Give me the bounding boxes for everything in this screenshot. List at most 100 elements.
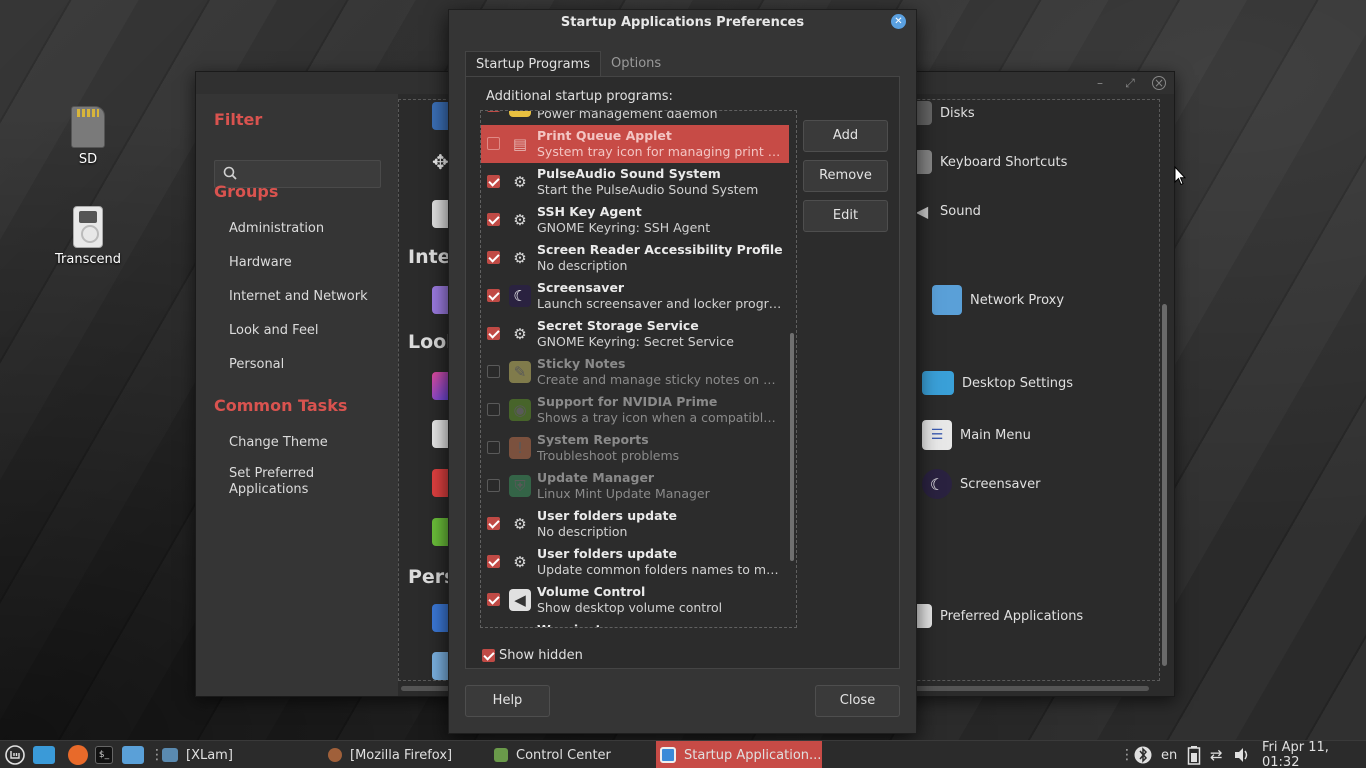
startup-item[interactable]: ⚙ Screen Reader Accessibility Profile No d… bbox=[481, 239, 789, 277]
startup-item-description: Create and manage sticky notes on yo... bbox=[537, 372, 783, 387]
show-desktop-button[interactable] bbox=[33, 741, 63, 768]
task-set-preferred[interactable]: Set Preferred bbox=[229, 466, 314, 481]
bluetooth-icon[interactable] bbox=[1134, 741, 1152, 768]
list-scrollbar[interactable] bbox=[790, 333, 794, 561]
firefox-launcher[interactable] bbox=[68, 741, 96, 768]
app-icon[interactable] bbox=[432, 518, 448, 546]
app-icon[interactable] bbox=[432, 469, 448, 497]
startup-item[interactable]: ⚙ User folders update Update common folder… bbox=[481, 543, 789, 581]
group-look-feel[interactable]: Look and Feel bbox=[229, 323, 319, 338]
app-icon[interactable] bbox=[432, 604, 448, 632]
startup-item[interactable]: ⚙ Secret Storage Service GNOME Keyring: Se… bbox=[481, 315, 789, 353]
startup-item[interactable]: ☾ Screensaver Launch screensaver and locke… bbox=[481, 277, 789, 315]
startup-item-checkbox[interactable] bbox=[487, 365, 500, 378]
startup-item[interactable]: ⚙ Warpinator bbox=[481, 619, 789, 627]
startup-item[interactable]: ◀ Volume Control Show desktop volume contr… bbox=[481, 581, 789, 619]
battery-icon[interactable] bbox=[1187, 741, 1201, 768]
tab-startup-programs[interactable]: Startup Programs bbox=[465, 51, 602, 77]
task-change-theme[interactable]: Change Theme bbox=[229, 435, 328, 450]
app-icon[interactable] bbox=[432, 652, 448, 680]
close-icon[interactable]: ✕ bbox=[891, 14, 906, 29]
startup-item-checkbox[interactable] bbox=[487, 251, 500, 264]
startup-item-checkbox[interactable] bbox=[487, 403, 500, 416]
startup-item-checkbox[interactable] bbox=[487, 111, 500, 112]
desktop-icon-transcend[interactable]: Transcend bbox=[48, 206, 128, 267]
close-button[interactable]: Close bbox=[815, 685, 900, 717]
volume-icon[interactable] bbox=[1233, 741, 1251, 768]
edit-button[interactable]: Edit bbox=[803, 200, 888, 232]
desktop-icon-sd[interactable]: SD bbox=[48, 106, 128, 167]
move-icon[interactable]: ✥ bbox=[432, 150, 449, 178]
startup-item[interactable]: ⚙ SSH Key Agent GNOME Keyring: SSH Agent bbox=[481, 201, 789, 239]
task-preferred-applications[interactable]: Applications bbox=[229, 482, 308, 497]
startup-item[interactable]: ◉ Support for NVIDIA Prime Shows a tray ic… bbox=[481, 391, 789, 429]
group-hardware[interactable]: Hardware bbox=[229, 255, 292, 270]
startup-item[interactable]: ✎ Sticky Notes Create and manage sticky no… bbox=[481, 353, 789, 391]
startup-item-checkbox[interactable] bbox=[487, 517, 500, 530]
folder-icon bbox=[122, 746, 144, 764]
files-launcher[interactable] bbox=[122, 741, 152, 768]
app-icon[interactable] bbox=[432, 286, 448, 314]
gears-icon: ⚙ bbox=[513, 325, 527, 343]
group-personal[interactable]: Personal bbox=[229, 357, 284, 372]
network-icon[interactable]: ⇄ bbox=[1210, 741, 1223, 768]
startup-item-checkbox[interactable] bbox=[487, 555, 500, 568]
startup-item[interactable]: ⚡ Power management daemon bbox=[481, 111, 789, 125]
tile-network-proxy[interactable]: Network Proxy bbox=[932, 285, 1064, 315]
app-icon[interactable] bbox=[432, 102, 448, 130]
taskbar-window-firefox[interactable]: [Mozilla Firefox] bbox=[322, 741, 480, 768]
startup-item-checkbox[interactable] bbox=[487, 213, 500, 226]
terminal-launcher[interactable]: $_ bbox=[95, 741, 121, 768]
add-button[interactable]: Add bbox=[803, 120, 888, 152]
taskbar-window-label: [XLam] bbox=[186, 747, 233, 763]
tile-desktop-settings[interactable]: Desktop Settings bbox=[922, 371, 1073, 395]
minimize-icon[interactable]: – bbox=[1092, 75, 1108, 91]
tile-preferred-applications[interactable]: Preferred Applications bbox=[912, 604, 1083, 628]
startup-item-checkbox[interactable] bbox=[487, 137, 500, 150]
tile-sound[interactable]: ◀ Sound bbox=[912, 199, 981, 223]
startup-item-name: User folders update bbox=[537, 546, 677, 561]
group-internet-network[interactable]: Internet and Network bbox=[229, 289, 368, 304]
app-icon[interactable] bbox=[432, 420, 448, 448]
firefox-icon bbox=[328, 748, 342, 762]
app-icon[interactable] bbox=[432, 372, 448, 400]
startup-item[interactable]: ⛨ Update Manager Linux Mint Update Manager bbox=[481, 467, 789, 505]
tile-disks[interactable]: Disks bbox=[912, 101, 975, 125]
startup-item-checkbox[interactable] bbox=[487, 327, 500, 340]
tile-screensaver[interactable]: ☾ Screensaver bbox=[922, 469, 1040, 499]
startup-item[interactable]: ! System Reports Troubleshoot problems bbox=[481, 429, 789, 467]
taskbar-window-startup-applications[interactable]: Startup Application... bbox=[656, 741, 822, 768]
startup-programs-list[interactable]: ⚡ Power management daemon ▤ Print Queue App… bbox=[480, 110, 797, 628]
startup-item-description: No description bbox=[537, 258, 628, 273]
tab-bar: Startup Programs Options bbox=[465, 51, 671, 77]
maximize-icon[interactable]: ⤢ bbox=[1122, 75, 1138, 91]
tile-keyboard-shortcuts[interactable]: Keyboard Shortcuts bbox=[912, 150, 1067, 174]
group-administration[interactable]: Administration bbox=[229, 221, 324, 236]
taskbar-window-label: [Mozilla Firefox] bbox=[350, 747, 453, 763]
taskbar-window-xlam[interactable]: [XLam] bbox=[160, 741, 241, 768]
show-hidden-toggle[interactable]: Show hidden bbox=[482, 648, 583, 663]
startup-item[interactable]: ⚙ User folders update No description bbox=[481, 505, 789, 543]
tab-options[interactable]: Options bbox=[601, 51, 671, 77]
startup-item-checkbox[interactable] bbox=[487, 441, 500, 454]
vertical-scrollbar[interactable] bbox=[1162, 304, 1167, 666]
menu-button[interactable] bbox=[4, 741, 26, 768]
tile-main-menu[interactable]: ☰ Main Menu bbox=[922, 420, 1031, 450]
keyboard-layout-indicator[interactable]: en bbox=[1161, 741, 1177, 768]
startup-item[interactable]: ⚙ PulseAudio Sound System Start the PulseA… bbox=[481, 163, 789, 201]
startup-item-name: Sticky Notes bbox=[537, 356, 626, 371]
startup-item-checkbox[interactable] bbox=[487, 479, 500, 492]
startup-item[interactable]: ▤ Print Queue Applet System tray icon for … bbox=[481, 125, 789, 163]
close-icon[interactable]: × bbox=[1152, 76, 1166, 90]
clock[interactable]: Fri Apr 11, 01:32 bbox=[1262, 740, 1366, 768]
app-icon[interactable] bbox=[432, 200, 448, 228]
show-hidden-checkbox[interactable] bbox=[482, 649, 495, 662]
startup-item-checkbox[interactable] bbox=[487, 593, 500, 606]
remove-button[interactable]: Remove bbox=[803, 160, 888, 192]
startup-item-description: No description bbox=[537, 524, 628, 539]
help-button[interactable]: Help bbox=[465, 685, 550, 717]
startup-item-checkbox[interactable] bbox=[487, 289, 500, 302]
taskbar-window-control-center[interactable]: Control Center bbox=[488, 741, 648, 768]
startup-item-checkbox[interactable] bbox=[487, 175, 500, 188]
mouse-cursor-icon bbox=[1174, 166, 1186, 186]
